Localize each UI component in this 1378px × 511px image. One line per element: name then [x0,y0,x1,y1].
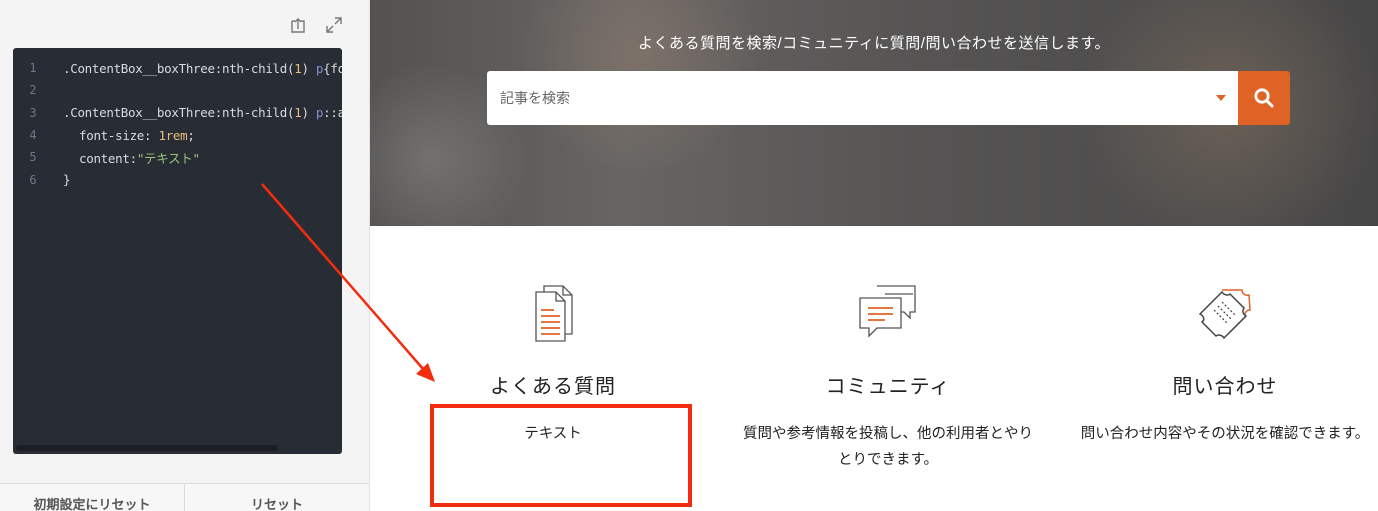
line-number: 1 [29,61,37,76]
reset-default-button[interactable]: 初期設定にリセット [0,484,185,511]
horizontal-scrollbar[interactable] [16,445,278,451]
line-code: content:"テキスト" [53,148,200,167]
card-title: よくある質問 [490,376,616,398]
line-number: 5 [29,150,37,165]
code-token: .ContentBox__boxThree:nth-child( [63,105,295,121]
code-token: .ContentBox__boxThree:nth-child( [63,60,295,76]
code-token: ::afte [323,105,342,121]
code-line[interactable]: 1 .ContentBox__boxThree:nth-child(1) p{fo… [13,57,342,79]
editor-bottom-bar: 初期設定にリセット リセット [0,483,369,511]
line-code: font-size: 1rem; [53,128,195,143]
card-text: 問い合わせ内容やその状況を確認できます。 [1080,426,1370,442]
card-title: コミュニティ [825,376,951,398]
code-token: ) [301,105,316,121]
chat-bubbles-icon [733,280,1043,346]
hero-banner: よくある質問を検索/コミュニティに質問/問い合わせを送信します。 [370,0,1378,226]
document-icon [398,280,708,346]
code-token: "テキスト" [136,150,200,166]
line-number: 6 [29,172,37,187]
code-token: content: [79,150,137,166]
code-line[interactable]: 2 [13,79,342,101]
card-title: 問い合わせ [1172,376,1278,398]
card-contact[interactable]: 問い合わせ 問い合わせ内容やその状況を確認できます。 [1070,280,1378,447]
search-icon [1254,88,1274,108]
line-number: 4 [29,128,37,143]
line-code: .ContentBox__boxThree:nth-child(1) p{fon… [53,61,342,76]
code-token: ; [187,127,195,143]
line-code: } [53,172,71,188]
line-number: 3 [29,105,37,120]
code-token: 1rem [158,127,188,143]
search-box [487,71,1238,125]
code-token: ) [301,60,316,76]
upload-icon[interactable] [287,14,309,36]
chevron-down-icon[interactable] [1216,95,1226,101]
code-token: } [63,172,71,188]
line-number: 2 [29,83,37,98]
search-button[interactable] [1238,71,1290,125]
code-editor[interactable]: 1 .ContentBox__boxThree:nth-child(1) p{fo… [13,48,342,454]
editor-toolbar [287,14,345,36]
code-editor-panel: 1 .ContentBox__boxThree:nth-child(1) p{fo… [0,0,370,511]
expand-icon[interactable] [323,14,345,36]
search-input[interactable] [487,78,1187,118]
code-token: {font [323,60,342,76]
code-lines[interactable]: 1 .ContentBox__boxThree:nth-child(1) p{fo… [13,48,342,191]
code-line[interactable]: 5 content:"テキスト" [13,146,342,168]
hero-title: よくある質問を検索/コミュニティに質問/問い合わせを送信します。 [638,35,1110,52]
card-text: 質問や参考情報を投稿し、他の利用者とやりとりできます。 [743,426,1033,468]
code-line[interactable]: 4 font-size: 1rem; [13,124,342,146]
card-community[interactable]: コミュニティ 質問や参考情報を投稿し、他の利用者とやりとりできます。 [733,280,1043,473]
annotation-highlight-box [430,404,692,507]
ticket-icon [1070,280,1378,346]
reset-button[interactable]: リセット [185,484,369,511]
code-token: font-size: [79,127,159,143]
code-line[interactable]: 6} [13,168,342,190]
line-code: .ContentBox__boxThree:nth-child(1) p::af… [53,105,342,120]
code-line[interactable]: 3 .ContentBox__boxThree:nth-child(1) p::a… [13,102,342,124]
